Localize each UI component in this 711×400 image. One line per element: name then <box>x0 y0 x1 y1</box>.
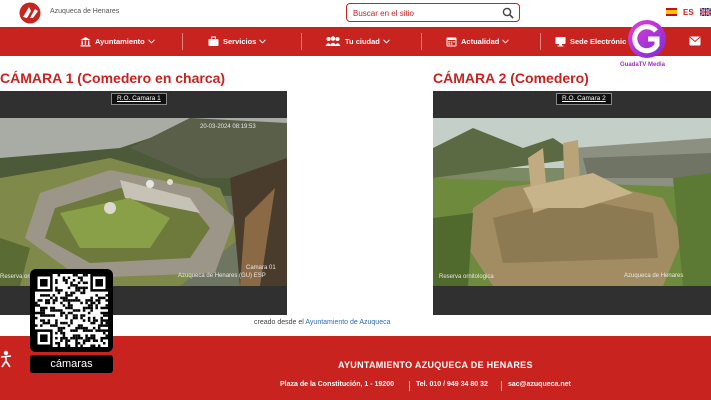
camera-2-image <box>433 118 711 286</box>
chevron-down-icon <box>383 39 390 44</box>
nav-label: Sede Electrónic <box>570 37 627 46</box>
building-icon <box>80 37 91 47</box>
camera-2-overlay-right: Azuqueca de Henares <box>624 273 684 279</box>
top-bar: Azuqueca de Henares ES <box>0 0 711 27</box>
azuqueca-logo[interactable] <box>16 2 46 24</box>
nav-divider <box>421 33 422 50</box>
chevron-down-icon <box>502 39 510 44</box>
guadatv-logo <box>628 20 666 58</box>
footer-divider <box>409 381 410 391</box>
nav-divider <box>540 33 541 50</box>
accessibility-icon[interactable] <box>0 350 14 368</box>
chevron-down-icon <box>259 39 267 44</box>
credit-link[interactable]: Ayuntamiento de Azuqueca <box>305 319 390 326</box>
nav-label: Tu ciudad <box>345 37 380 46</box>
footer-divider <box>501 381 502 391</box>
page: Azuqueca de Henares ES <box>0 0 711 400</box>
camera-1-title: CÁMARA 1 (Comedero en charca) <box>0 70 226 86</box>
chevron-down-icon <box>147 39 155 44</box>
nav-item-tu-ciudad[interactable]: Tu ciudad <box>325 27 390 56</box>
footer-email[interactable]: sac@azuqueca.net <box>508 381 571 388</box>
nav-item-actualidad[interactable]: Actualidad <box>446 27 510 56</box>
spain-flag-icon[interactable] <box>666 8 677 16</box>
nav-item-sede-electronica[interactable]: Sede Electrónic <box>555 27 626 56</box>
camera-1-overlay-right2: Azuqueca de Henares (GU) ESP <box>178 273 266 279</box>
camera-2-overlay-left: Reserva ornitologica <box>439 274 494 280</box>
search-icon[interactable] <box>502 7 514 19</box>
monitor-icon <box>555 37 566 47</box>
watermark-label: GuadaTV Media <box>620 62 666 68</box>
footer-title: AYUNTAMIENTO AZUQUECA DE HENARES <box>338 360 533 370</box>
uk-flag-icon[interactable] <box>700 8 711 16</box>
search-box <box>346 3 520 22</box>
camera-1-overlay-right: Camara 01 <box>246 265 276 271</box>
search-input[interactable] <box>353 6 493 20</box>
nav-label: Actualidad <box>461 37 500 46</box>
camera-2-title: CÁMARA 2 (Comedero) <box>433 70 589 86</box>
language-es[interactable]: ES <box>683 8 694 17</box>
people-icon <box>325 36 341 46</box>
nav-label: Servicios <box>223 37 257 46</box>
calendar-icon <box>446 37 457 47</box>
nav-label: Ayuntamiento <box>95 37 145 46</box>
credit-prefix: creado desde el <box>254 319 304 326</box>
nav-divider <box>182 33 183 50</box>
footer-address: Plaza de la Constitución, 1 - 19200 <box>280 381 394 388</box>
main-nav: Ayuntamiento Servicios Tu ciudad Actuali… <box>0 27 711 56</box>
briefcase-icon <box>208 36 219 46</box>
qr-code-box[interactable] <box>30 269 113 352</box>
site-name: Azuqueca de Henares <box>50 8 120 15</box>
qr-label: cámaras <box>30 355 113 373</box>
camera-2-tag[interactable]: R.O. Camara 2 <box>556 93 612 105</box>
camera-1-timestamp: 20-03-2024 08:19:53 <box>200 124 256 130</box>
mail-icon[interactable] <box>689 36 701 46</box>
nav-item-servicios[interactable]: Servicios <box>208 27 267 56</box>
nav-divider <box>301 33 302 50</box>
qr-code <box>35 274 108 347</box>
camera-1-tag[interactable]: R.O. Camara 1 <box>111 93 167 105</box>
camera-1-image <box>0 118 287 286</box>
nav-item-ayuntamiento[interactable]: Ayuntamiento <box>80 27 155 56</box>
credit-line: creado desde el Ayuntamiento de Azuqueca <box>254 319 391 326</box>
footer-phone[interactable]: Tel. 010 / 949 34 80 32 <box>416 381 488 388</box>
camera-2-frame[interactable]: Reserva ornitologica Azuqueca de Henares <box>433 91 711 315</box>
